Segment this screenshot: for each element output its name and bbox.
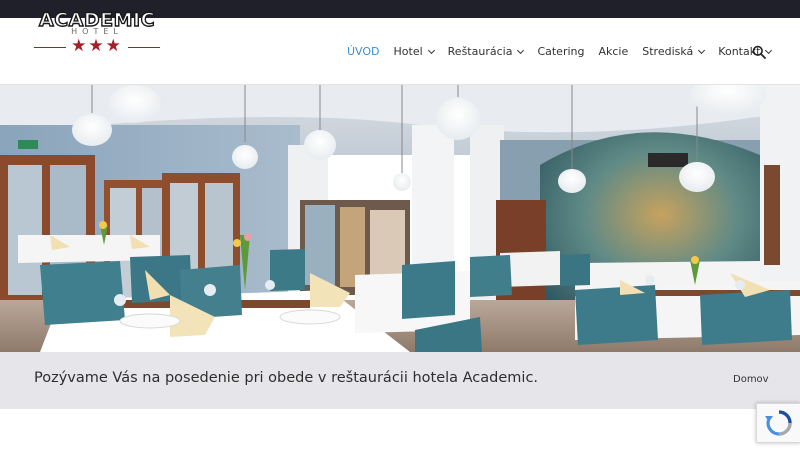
chevron-down-icon [517, 46, 525, 54]
nav-item-uvod[interactable]: ÚVOD [340, 45, 387, 58]
nav-item-strediska[interactable]: Strediská [635, 45, 711, 58]
chevron-down-icon [427, 46, 435, 54]
logo-stars: ★★★ [71, 36, 123, 56]
nav-item-catering[interactable]: Catering [530, 45, 591, 58]
recaptcha-badge[interactable] [756, 403, 800, 443]
search-icon[interactable] [752, 44, 766, 59]
hotel-logo[interactable]: ACADEMIC HOTEL ★★★ [34, 9, 160, 56]
recaptcha-icon [765, 410, 792, 436]
nav-item-kontakt[interactable]: Kontakt [711, 45, 778, 58]
nav-item-hotel[interactable]: Hotel [387, 45, 441, 58]
chevron-down-icon [698, 46, 706, 54]
main-nav: ÚVOD Hotel Reštaurácia Catering Akcie St… [340, 18, 778, 85]
logo-line-left [34, 47, 66, 48]
page-caption: Pozývame Vás na posedenie pri obede v re… [34, 370, 539, 386]
chevron-down-icon [765, 46, 773, 54]
hero-image [0, 85, 800, 352]
nav-item-akcie[interactable]: Akcie [591, 45, 635, 58]
logo-line-right [128, 47, 160, 48]
breadcrumb-home[interactable]: Domov [733, 374, 769, 385]
nav-item-restauracia[interactable]: Reštaurácia [441, 45, 531, 58]
